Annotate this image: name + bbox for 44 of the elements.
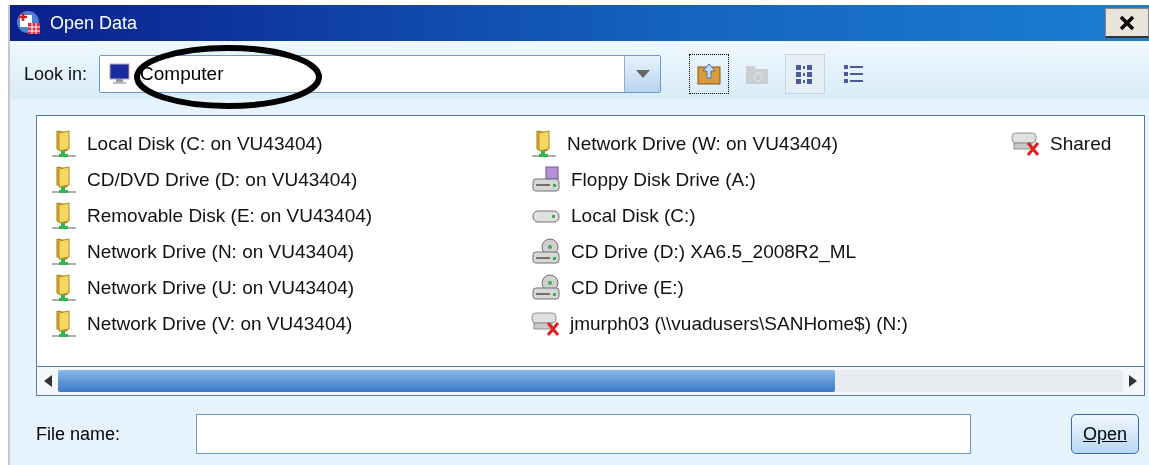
network-folder-icon: [531, 129, 557, 159]
network-folder-icon: [51, 201, 77, 231]
file-name-field[interactable]: [196, 414, 971, 454]
disconnected-drive-icon: [531, 312, 560, 336]
floppy-drive-icon: [531, 165, 561, 195]
drive-item[interactable]: Local Disk (C:): [531, 198, 1011, 234]
drive-item[interactable]: Network Drive (U: on VU43404): [51, 270, 531, 306]
computer-icon: [108, 62, 133, 86]
up-folder-button[interactable]: [689, 54, 730, 94]
scroll-thumb[interactable]: [58, 370, 836, 392]
network-folder-icon: [51, 129, 77, 159]
network-folder-icon: [51, 237, 77, 267]
drive-item[interactable]: Removable Disk (E: on VU43404): [51, 198, 531, 234]
look-in-dropdown[interactable]: Computer: [99, 55, 662, 93]
look-in-value: Computer: [140, 63, 224, 85]
app-grid-icon: [16, 10, 42, 36]
drive-item[interactable]: Local Disk (C: on VU43404): [51, 126, 531, 162]
caret-icon: [635, 70, 650, 78]
left-arrow-icon: [44, 375, 52, 387]
drive-item[interactable]: CD Drive (E:): [531, 270, 1011, 306]
horizontal-scrollbar[interactable]: [36, 366, 1145, 396]
right-arrow-icon: [1129, 375, 1137, 387]
drive-item[interactable]: Network Drive (V: on VU43404): [51, 306, 531, 342]
open-button[interactable]: Open: [1071, 414, 1139, 454]
drive-item[interactable]: Shared: [1011, 126, 1144, 162]
drive-item[interactable]: CD/DVD Drive (D: on VU43404): [51, 162, 531, 198]
cd-drive-icon: [531, 273, 561, 303]
close-icon: [1118, 13, 1136, 32]
close-button[interactable]: [1105, 8, 1149, 38]
network-folder-icon: [51, 273, 77, 303]
drive-item[interactable]: Floppy Disk Drive (A:): [531, 162, 1011, 198]
drive-item[interactable]: Network Drive (N: on VU43404): [51, 234, 531, 270]
list-view-button[interactable]: [785, 54, 826, 94]
dropdown-button[interactable]: [624, 56, 661, 92]
window-title: Open Data: [50, 12, 138, 34]
drive-item[interactable]: Network Drive (W: on VU43404): [531, 126, 1011, 162]
drive-item[interactable]: CD Drive (D:) XA6.5_2008R2_ML: [531, 234, 1011, 270]
cd-drive-icon: [531, 237, 561, 267]
network-folder-icon: [51, 165, 77, 195]
drive-item[interactable]: jmurph03 (\\vuadusers\SANHome$) (N:): [531, 306, 1011, 342]
look-in-label: Look in:: [24, 63, 88, 85]
network-folder-icon: [51, 309, 77, 339]
file-name-label: File name:: [36, 423, 122, 445]
disconnected-drive-icon: [1011, 132, 1040, 156]
